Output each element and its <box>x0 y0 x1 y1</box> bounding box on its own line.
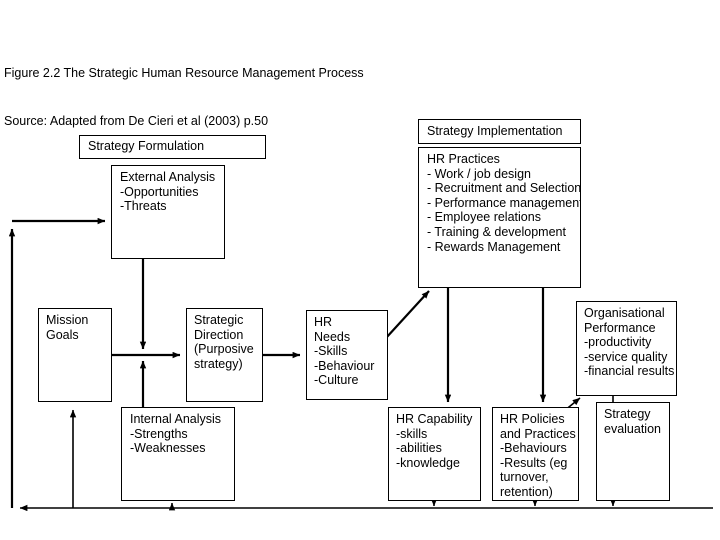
node-strategy-implementation[interactable]: Strategy Implementation <box>418 119 581 144</box>
external-analysis-title: External Analysis <box>120 170 216 184</box>
hr-capability-item: -knowledge <box>396 455 460 470</box>
hr-policies-item: -Behaviours <box>500 441 567 456</box>
node-strategy-formulation[interactable]: Strategy Formulation <box>79 135 266 159</box>
node-strategic-direction[interactable]: Strategic Direction (Purposive strategy) <box>186 308 263 402</box>
node-organisational-performance[interactable]: Organisational Performance -productivity… <box>576 301 677 396</box>
hr-needs-item: Needs <box>314 329 351 344</box>
strategy-formulation-title: Strategy Formulation <box>88 139 205 153</box>
hr-practices-item: - Recruitment and Selection <box>427 181 581 196</box>
external-analysis-item: -Threats <box>120 199 167 214</box>
hr-capability-item: -abilities <box>396 441 442 456</box>
hr-practices-item: - Employee relations <box>427 210 541 225</box>
hr-policies-item: -Results (eg <box>500 455 568 470</box>
strategy-implementation-title: Strategy Implementation <box>427 124 563 138</box>
mission-goals-title: Mission <box>46 313 89 327</box>
hr-practices-item: - Work / job design <box>427 166 531 181</box>
organisational-performance-item: -service quality <box>584 349 668 364</box>
hr-practices-item: - Performance management <box>427 195 581 210</box>
strategy-evaluation-title: Strategy <box>604 407 651 421</box>
hr-capability-item: -skills <box>396 426 428 441</box>
hr-needs-item: -Culture <box>314 373 359 388</box>
external-analysis-item: -Opportunities <box>120 184 199 199</box>
organisational-performance-title: Organisational <box>584 306 665 320</box>
hr-needs-title: HR <box>314 315 333 329</box>
node-mission-goals[interactable]: Mission Goals <box>38 308 112 402</box>
hr-practices-item: - Training & development <box>427 224 566 239</box>
mission-goals-item: Goals <box>46 327 79 342</box>
strategic-direction-title: Strategic <box>194 313 244 327</box>
internal-analysis-title: Internal Analysis <box>130 412 222 426</box>
organisational-performance-item: Performance <box>584 320 656 335</box>
diagram-canvas: Figure 2.2 The Strategic Human Resource … <box>0 0 720 540</box>
figure-caption-line-1: Figure 2.2 The Strategic Human Resource … <box>4 66 364 80</box>
strategic-direction-item: Direction <box>194 327 244 342</box>
node-hr-practices[interactable]: HR Practices - Work / job design - Recru… <box>418 147 581 288</box>
figure-caption-line-2: Source: Adapted from De Cieri et al (200… <box>4 114 269 128</box>
node-strategy-evaluation[interactable]: Strategy evaluation <box>596 402 670 501</box>
strategic-direction-item: (Purposive <box>194 342 254 357</box>
strategic-direction-item: strategy) <box>194 356 243 371</box>
node-hr-needs[interactable]: HR Needs -Skills -Behaviour -Culture <box>306 310 388 400</box>
node-internal-analysis[interactable]: Internal Analysis -Strengths -Weaknesses <box>121 407 235 501</box>
edge-hr-needs-to-hr-practices <box>385 290 430 339</box>
hr-policies-title: HR Policies <box>500 412 565 426</box>
hr-practices-item: - Rewards Management <box>427 239 561 254</box>
strategy-evaluation-item: evaluation <box>604 421 661 436</box>
hr-policies-item: turnover, <box>500 470 549 485</box>
hr-capability-title: HR Capability <box>396 412 473 426</box>
node-hr-policies-practices[interactable]: HR Policies and Practices -Behaviours -R… <box>492 407 579 501</box>
hr-needs-item: -Skills <box>314 344 348 359</box>
organisational-performance-item: -productivity <box>584 335 652 350</box>
hr-needs-item: -Behaviour <box>314 358 375 373</box>
hr-policies-item: retention) <box>500 484 553 499</box>
hr-practices-title: HR Practices <box>427 152 500 166</box>
internal-analysis-item: -Strengths <box>130 426 188 441</box>
node-hr-capability[interactable]: HR Capability -skills -abilities -knowle… <box>388 407 481 501</box>
organisational-performance-item: -financial results <box>584 364 675 379</box>
internal-analysis-item: -Weaknesses <box>130 441 206 456</box>
hr-policies-item: and Practices <box>500 426 576 441</box>
node-external-analysis[interactable]: External Analysis -Opportunities -Threat… <box>111 165 225 259</box>
